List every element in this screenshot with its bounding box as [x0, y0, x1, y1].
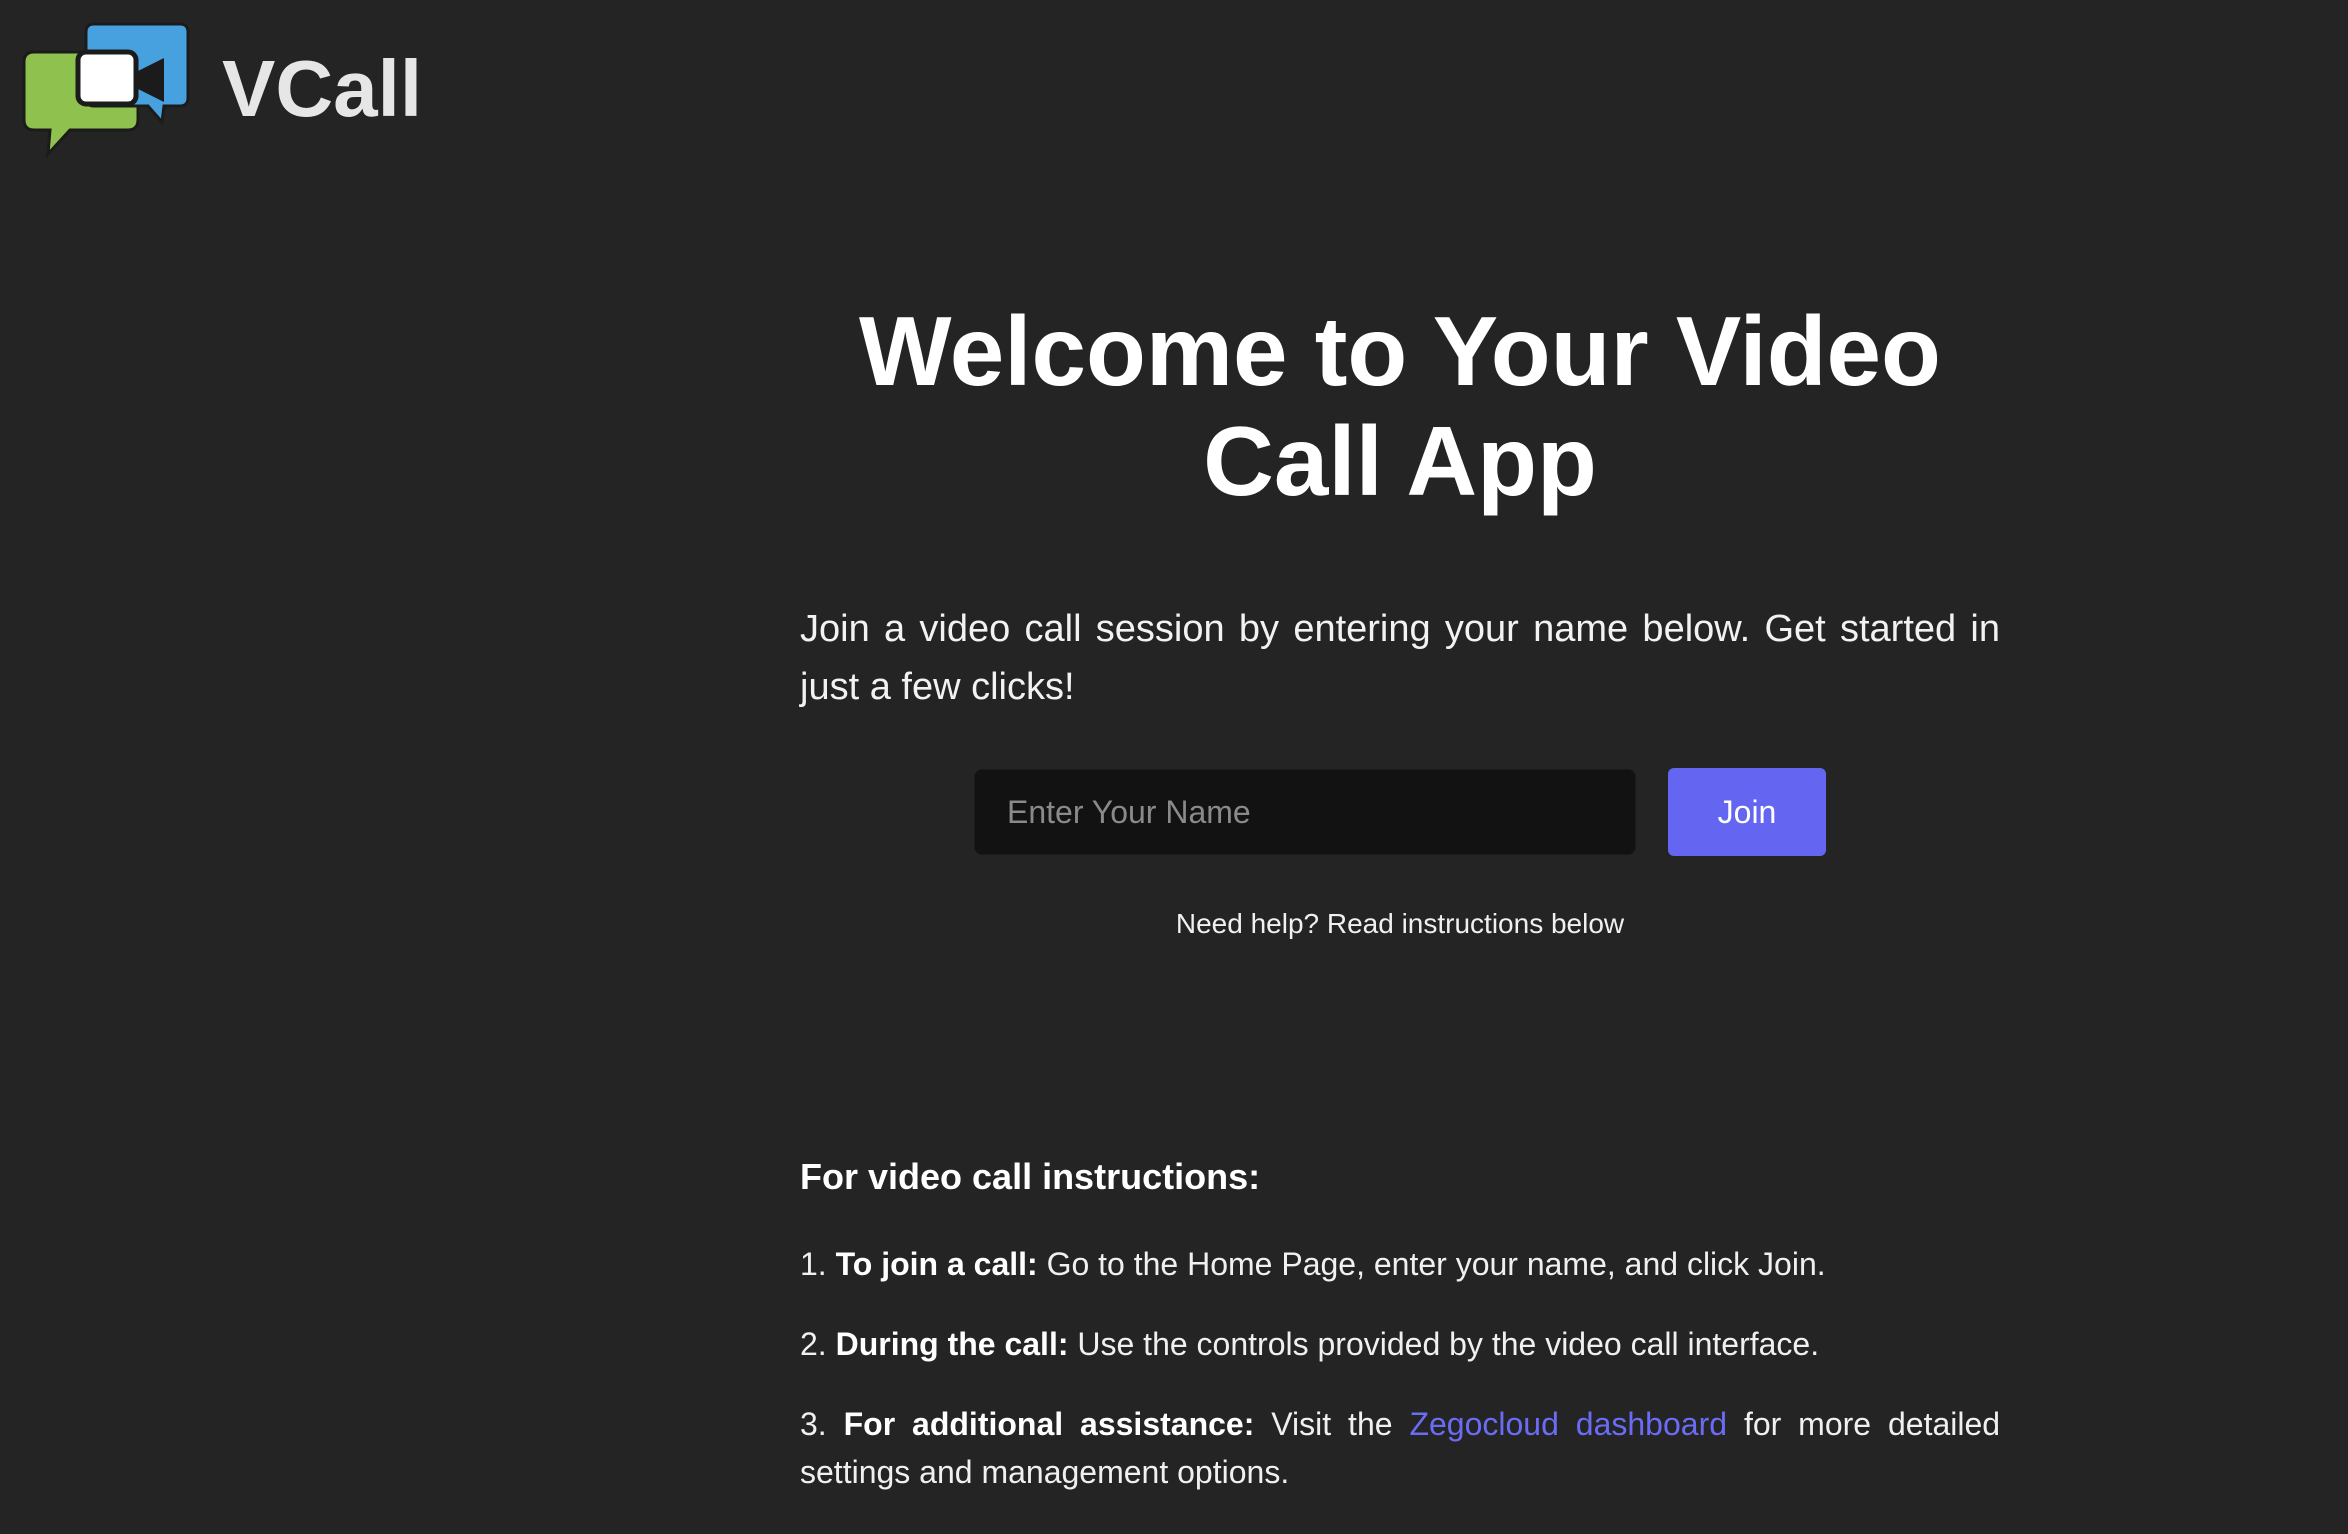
step-label: For additional assistance: [843, 1406, 1255, 1442]
page-title: Welcome to Your Video Call App [800, 296, 2000, 516]
step-number: 2. [800, 1326, 827, 1362]
instruction-step-1: 1. To join a call: Go to the Home Page, … [800, 1240, 2000, 1288]
zegocloud-dashboard-link[interactable]: Zegocloud dashboard [1409, 1406, 1727, 1442]
brand-logo[interactable]: VCall [18, 22, 422, 162]
join-button[interactable]: Join [1668, 768, 1826, 856]
instruction-step-2: 2. During the call: Use the controls pro… [800, 1320, 2000, 1368]
step-text-before: Visit the [1271, 1406, 1393, 1442]
name-input[interactable] [974, 769, 1636, 855]
title-line-1: Welcome to Your Video [859, 296, 1941, 406]
step-number: 3. [800, 1406, 827, 1442]
page: VCall Welcome to Your Video Call App Joi… [0, 0, 2348, 1534]
step-text: Use the controls provided by the video c… [1077, 1326, 1820, 1362]
instructions-heading: For video call instructions: [800, 1156, 1261, 1197]
video-chat-bubbles-icon [18, 22, 208, 162]
step-text: Go to the Home Page, enter your name, an… [1046, 1246, 1826, 1282]
join-form: Join [800, 768, 2000, 856]
step-number: 1. [800, 1246, 827, 1282]
brand-name: VCall [222, 44, 423, 133]
hero-section: Welcome to Your Video Call App Join a vi… [800, 296, 2000, 940]
step-label: To join a call: [835, 1246, 1038, 1282]
title-line-2: Call App [1203, 406, 1597, 516]
instructions-section: For video call instructions: 1. To join … [800, 1156, 2000, 1528]
step-label: During the call: [835, 1326, 1069, 1362]
instruction-step-3: 3. For additional assistance: Visit the … [800, 1400, 2000, 1496]
help-text: Need help? Read instructions below [1175, 908, 1625, 939]
intro-text: Join a video call session by entering yo… [800, 608, 2000, 708]
